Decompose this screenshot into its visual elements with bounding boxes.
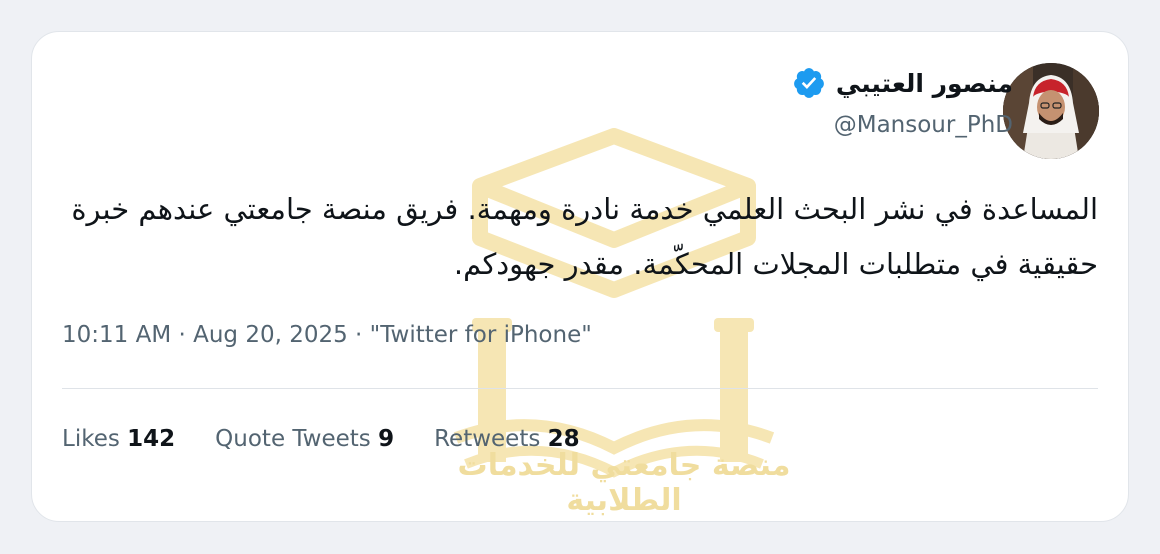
tweet-text: المساعدة في نشر البحث العلمي خدمة نادرة …	[71, 192, 1098, 281]
tweet-card[interactable]: منصة جامعتي للخدمات الطلابية منصور العتي…	[31, 31, 1129, 522]
tweet-meta[interactable]: 10:11 AM · Aug 20, 2025 · "Twitter for i…	[62, 322, 592, 348]
quote-tweets-label: Quote Tweets	[215, 426, 371, 452]
retweets-label: Retweets	[434, 426, 541, 452]
quote-tweets-count: 9	[378, 426, 395, 452]
likes-count: 142	[127, 426, 176, 452]
divider	[62, 388, 1098, 389]
watermark-text: منصة جامعتي للخدمات الطلابية	[457, 448, 791, 518]
stats-row: Likes 142 Quote Tweets 9 Retweets 28	[62, 426, 580, 452]
likes-label: Likes	[62, 426, 120, 452]
avatar[interactable]	[1003, 63, 1099, 159]
likes-stat[interactable]: Likes 142	[62, 426, 175, 452]
author-name[interactable]: منصور العتيبي	[836, 69, 1013, 98]
retweets-stat[interactable]: Retweets 28	[434, 426, 580, 452]
quote-tweets-stat[interactable]: Quote Tweets 9	[215, 426, 394, 452]
author-row: منصور العتيبي	[792, 66, 1013, 100]
avatar-image-icon	[1003, 63, 1099, 159]
author-handle[interactable]: @Mansour_PhD	[834, 112, 1013, 138]
verified-badge-icon	[794, 68, 824, 98]
retweets-count: 28	[547, 426, 580, 452]
